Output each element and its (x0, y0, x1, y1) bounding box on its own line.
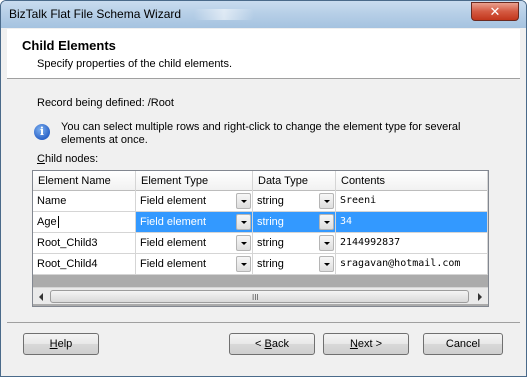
wizard-window: BizTalk Flat File Schema Wizard ✕ Child … (0, 0, 527, 377)
next-mnemonic: N (349, 338, 358, 350)
data-type-value: string (257, 258, 284, 270)
child-nodes-grid[interactable]: Element Name Element Type Data Type Cont… (32, 170, 489, 307)
column-header-element-type[interactable]: Element Type (136, 171, 253, 191)
chevron-down-icon[interactable] (236, 193, 251, 209)
cell-contents: 34 (336, 212, 488, 232)
scroll-left-icon[interactable] (35, 290, 49, 303)
scroll-right-icon[interactable] (472, 290, 486, 303)
cell-element-type[interactable]: Field element (136, 233, 253, 253)
cell-element-name[interactable]: Root_Child3 (33, 233, 136, 253)
cell-data-type[interactable]: string (253, 191, 336, 211)
back-mnemonic: B (264, 338, 272, 350)
cell-element-type[interactable]: Field element (136, 191, 253, 211)
cell-data-type[interactable]: string (253, 212, 336, 232)
back-button[interactable]: < Back (229, 333, 315, 355)
child-nodes-label-rest: hild nodes: (44, 153, 99, 165)
record-being-defined: Record being defined: /Root (37, 97, 174, 109)
data-type-value: string (257, 216, 284, 228)
help-label-rest: elp (57, 338, 73, 350)
chevron-down-icon[interactable] (236, 235, 251, 251)
column-header-contents[interactable]: Contents (336, 171, 488, 191)
column-header-element-name[interactable]: Element Name (33, 171, 136, 191)
page-title: Child Elements (22, 38, 116, 53)
scrollbar-grip: III (252, 293, 259, 302)
text-caret (57, 216, 59, 229)
cell-contents: Sreeni (336, 191, 488, 211)
info-text: You can select multiple rows and right-c… (61, 121, 461, 146)
table-row[interactable]: Name Field element string Sreeni (33, 191, 488, 212)
chevron-down-icon[interactable] (319, 214, 334, 230)
chevron-down-icon[interactable] (319, 256, 334, 272)
help-mnemonic: H (49, 338, 58, 350)
element-type-value: Field element (140, 195, 207, 207)
close-button[interactable]: ✕ (471, 2, 519, 21)
child-nodes-label: Child nodes: (37, 153, 98, 165)
title-bar[interactable]: BizTalk Flat File Schema Wizard ✕ (1, 1, 526, 28)
next-label-rest: ext > (357, 338, 383, 350)
page-subtitle: Specify properties of the child elements… (37, 58, 233, 70)
horizontal-scrollbar[interactable]: III (33, 287, 488, 304)
cancel-button[interactable]: Cancel (423, 333, 503, 355)
wizard-header: Child Elements Specify properties of the… (7, 29, 520, 79)
back-label-rest: ack (271, 338, 289, 350)
cell-data-type[interactable]: string (253, 233, 336, 253)
chevron-down-icon[interactable] (236, 256, 251, 272)
scrollbar-thumb[interactable]: III (50, 290, 469, 303)
wizard-body: Child Elements Specify properties of the… (7, 29, 520, 372)
element-type-value: Field element (140, 237, 207, 249)
chevron-down-icon[interactable] (236, 214, 251, 230)
table-row[interactable]: Root_Child3 Field element string 2144992… (33, 233, 488, 254)
element-type-value: Field element (140, 258, 207, 270)
help-button[interactable]: Help (23, 333, 99, 355)
window-title: BizTalk Flat File Schema Wizard (9, 7, 182, 21)
table-row[interactable]: Root_Child4 Field element string sragava… (33, 254, 488, 275)
table-row[interactable]: Age Field element string 34 (33, 212, 488, 233)
chevron-down-icon[interactable] (319, 235, 334, 251)
cell-contents: sragavan@hotmail.com (336, 254, 488, 274)
cell-element-type[interactable]: Field element (136, 212, 253, 232)
cell-data-type[interactable]: string (253, 254, 336, 274)
data-type-value: string (257, 195, 284, 207)
cell-element-name[interactable]: Age (33, 212, 136, 232)
column-header-data-type[interactable]: Data Type (253, 171, 336, 191)
back-prefix: < (255, 338, 265, 350)
cell-element-name[interactable]: Root_Child4 (33, 254, 136, 274)
cell-contents: 2144992837 (336, 233, 488, 253)
element-type-value: Field element (140, 216, 207, 228)
footer-divider (7, 322, 520, 323)
title-bar-blur (194, 9, 254, 20)
child-nodes-mnemonic: C (37, 153, 45, 165)
next-button[interactable]: Next > (323, 333, 409, 355)
cell-element-name[interactable]: Name (33, 191, 136, 211)
info-icon: i (34, 124, 50, 140)
cell-element-type[interactable]: Field element (136, 254, 253, 274)
chevron-down-icon[interactable] (319, 193, 334, 209)
data-type-value: string (257, 237, 284, 249)
element-name-editor[interactable]: Age (37, 216, 57, 228)
grid-header: Element Name Element Type Data Type Cont… (33, 171, 488, 191)
